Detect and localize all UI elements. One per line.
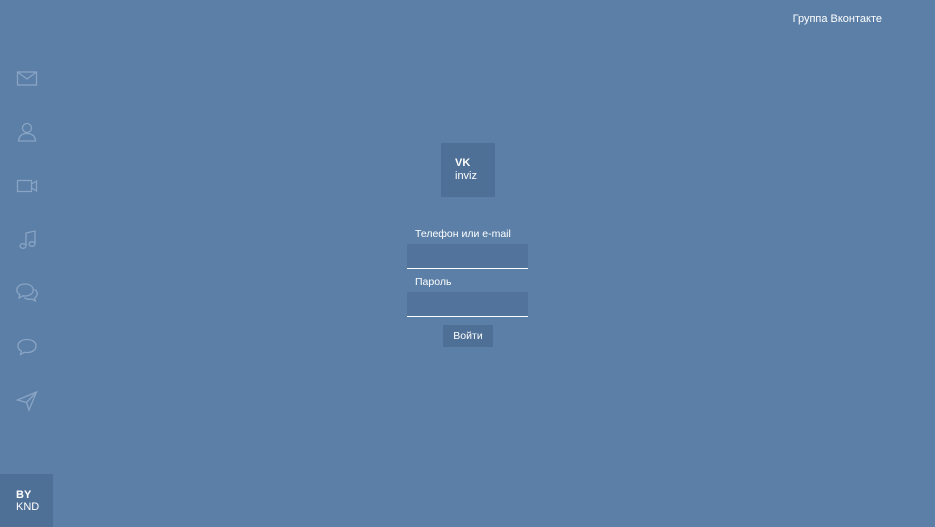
logo-line1: VK [455,157,471,169]
friends-icon[interactable] [13,118,41,146]
music-icon[interactable] [13,226,41,254]
app-logo: VK inviz [441,143,495,197]
chats-icon[interactable] [13,279,41,307]
vk-group-link[interactable]: Группа Вконтакте [793,13,882,25]
author-badge-line2: KND [16,500,40,513]
send-icon[interactable] [13,387,41,415]
password-label: Пароль [415,276,452,288]
login-button[interactable]: Войти [443,325,493,347]
login-page: Группа Вконтакте BY KND VK inviz Телефон [0,0,935,527]
comment-icon[interactable] [13,333,41,361]
author-badge: BY KND [0,474,53,527]
password-input[interactable] [407,292,528,317]
login-input[interactable] [407,244,528,269]
mail-icon[interactable] [13,64,41,92]
logo-line2: inviz [455,170,478,182]
author-badge-line1: BY [16,488,32,501]
video-icon[interactable] [13,172,41,200]
login-label: Телефон или e-mail [415,228,511,240]
